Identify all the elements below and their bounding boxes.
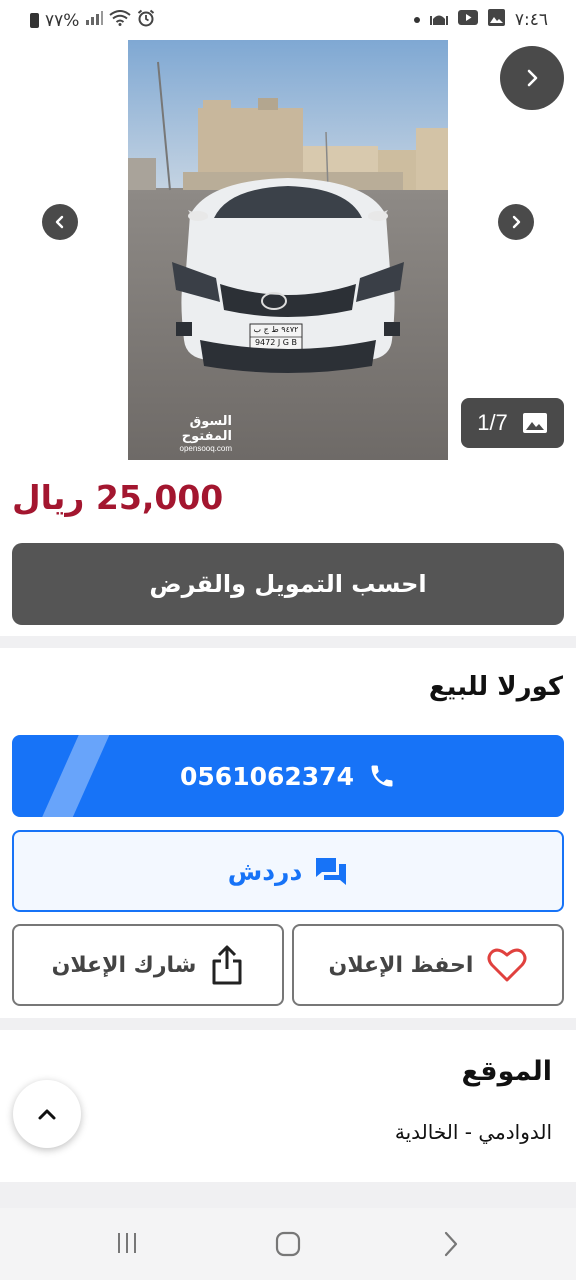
recent-apps-icon (118, 1233, 136, 1253)
watermark-english: opensooq.com (179, 444, 232, 453)
share-button[interactable]: شارك الإعلان (12, 924, 284, 1006)
phone-icon (371, 765, 393, 787)
gallery-icon (487, 9, 505, 31)
plate-text-bottom: 9472 J G B (254, 338, 298, 347)
status-left: ٧٧% (30, 9, 155, 32)
listing-details: كورلا للبيع 0561062374 دردش شارك الإعلان… (0, 648, 576, 1018)
share-label: شارك الإعلان (51, 952, 197, 978)
system-nav-bar (0, 1208, 576, 1280)
status-bar: ٧٧% ٧:٤٦ (0, 0, 576, 40)
recent-apps-button[interactable] (114, 1230, 140, 1256)
car-photo[interactable]: ٩٤٧٢ ط ج ب 9472 J G B السوق المفتوح open… (128, 40, 448, 460)
wifi-icon (109, 10, 132, 31)
save-ad-button[interactable]: احفظ الإعلان (292, 924, 564, 1006)
home-button[interactable] (274, 1230, 302, 1258)
button-shine (34, 735, 114, 817)
notification-dot-icon (413, 17, 420, 23)
prev-image-button[interactable] (42, 204, 78, 240)
watermark-arabic: السوق المفتوح (181, 414, 232, 444)
share-icon (212, 945, 242, 985)
scroll-to-top-button[interactable] (13, 1080, 81, 1148)
battery-level: ٧٧% (45, 10, 80, 31)
location-section: الموقع الدوادمي - الخالدية (0, 1030, 576, 1182)
signal-icon (85, 10, 104, 31)
save-label: احفظ الإعلان (328, 952, 474, 978)
listing-title: كورلا للبيع (428, 672, 563, 702)
price: 25,000 ريال (12, 478, 224, 517)
clock-time: ٧:٤٦ (514, 10, 548, 30)
back-icon (444, 1231, 458, 1257)
image-counter[interactable]: 1/7 (461, 398, 564, 448)
image-counter-text: 1/7 (477, 410, 508, 435)
heart-icon (487, 948, 527, 982)
watermark: السوق المفتوح opensooq.com (142, 414, 232, 453)
battery-icon (30, 13, 39, 28)
mosque-icon (429, 10, 448, 31)
finance-calculator-button[interactable]: احسب التمويل والقرض (12, 543, 564, 625)
status-right: ٧:٤٦ (413, 9, 548, 31)
chat-button[interactable]: دردش (12, 830, 564, 912)
image-icon (522, 413, 547, 433)
home-icon (275, 1231, 301, 1257)
chat-label: دردش (227, 856, 303, 886)
location-heading: الموقع (461, 1056, 552, 1087)
location-value: الدوادمي - الخالدية (394, 1120, 552, 1144)
chevron-right-icon (527, 69, 538, 87)
phone-number: 0561062374 (180, 761, 354, 791)
chat-icon (316, 858, 347, 885)
youtube-icon (457, 10, 478, 30)
back-button[interactable] (438, 1230, 462, 1258)
chevron-right-icon (512, 215, 521, 229)
price-section: 25,000 ريال احسب التمويل والقرض (0, 462, 576, 636)
chevron-up-icon (38, 1109, 56, 1120)
call-button[interactable]: 0561062374 (12, 735, 564, 817)
chevron-left-icon (55, 215, 64, 229)
next-image-button[interactable] (498, 204, 534, 240)
alarm-icon (137, 9, 155, 32)
image-gallery[interactable]: ٩٤٧٢ ط ج ب 9472 J G B السوق المفتوح open… (0, 40, 576, 462)
close-gallery-button[interactable] (500, 46, 564, 110)
plate-text-top: ٩٤٧٢ ط ج ب (253, 325, 299, 334)
